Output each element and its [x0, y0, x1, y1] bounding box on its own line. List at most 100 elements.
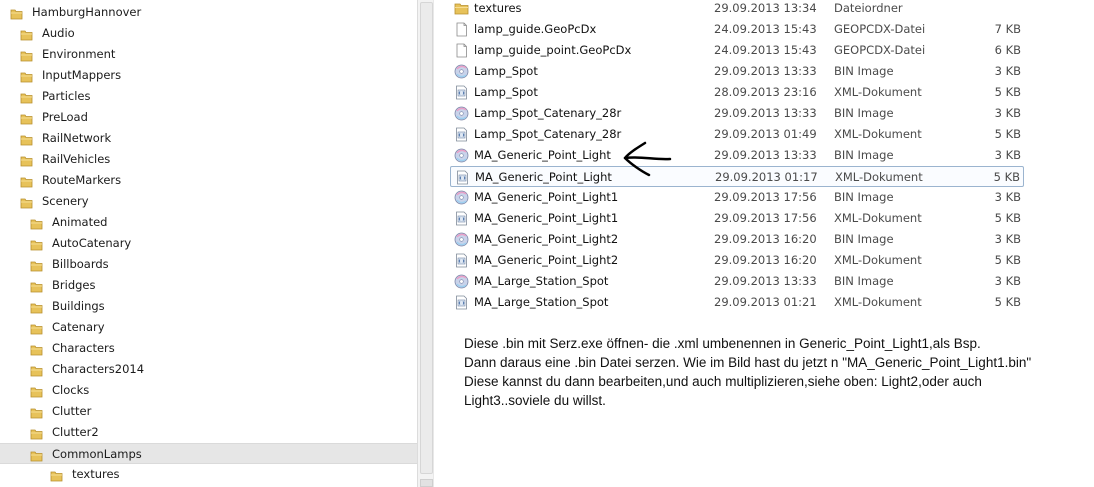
file-size: 3 KB: [994, 148, 1021, 162]
tree-item-label: RailVehicles: [42, 152, 111, 166]
tree-item[interactable]: Characters2014: [0, 359, 417, 380]
file-type: XML-Dokument: [834, 211, 922, 225]
file-size: 5 KB: [994, 253, 1021, 267]
navigation-pane: HamburgHannover Audio Environment InputMapp…: [0, 0, 417, 487]
folder-icon: [20, 132, 33, 146]
file-row[interactable]: MA_Generic_Point_Light2 29.09.2013 16:20 X…: [450, 250, 1024, 271]
file-name: MA_Large_Station_Spot: [474, 295, 609, 309]
folder-icon: [30, 384, 43, 398]
tree-item[interactable]: RailNetwork: [0, 128, 417, 149]
file-row[interactable]: MA_Generic_Point_Light2 29.09.2013 16:20 B…: [450, 229, 1024, 250]
tree-item[interactable]: textures: [0, 464, 417, 485]
file-type: BIN Image: [834, 106, 894, 120]
xml-icon: [454, 127, 469, 142]
file-date: 29.09.2013 16:20: [714, 232, 817, 246]
folder-icon: [30, 426, 43, 440]
file-row[interactable]: MA_Generic_Point_Light1 29.09.2013 17:56 X…: [450, 208, 1024, 229]
file-size: 3 KB: [994, 64, 1021, 78]
file-type: XML-Dokument: [834, 85, 922, 99]
tree-item[interactable]: HamburgHannover: [0, 2, 417, 23]
disc-image-icon: [454, 190, 469, 205]
file-type: GEOPCDX-Datei: [834, 43, 926, 57]
file-row[interactable]: Lamp_Spot_Catenary_28r 29.09.2013 01:49 XM…: [450, 124, 1024, 145]
folder-icon: [30, 405, 43, 419]
tree-item[interactable]: Clutter: [0, 401, 417, 422]
tree-item[interactable]: Billboards: [0, 254, 417, 275]
tree-item[interactable]: Catenary: [0, 317, 417, 338]
file-row[interactable]: Lamp_Spot 29.09.2013 13:33 BIN Image 3 KB: [450, 61, 1024, 82]
xml-icon: [454, 253, 469, 268]
tree-item[interactable]: Bridges: [0, 275, 417, 296]
file-row[interactable]: Lamp_Spot 28.09.2013 23:16 XML-Dokument 5 K…: [450, 82, 1024, 103]
tree-item-label: Characters: [52, 341, 115, 355]
file-row[interactable]: MA_Generic_Point_Light 29.09.2013 13:33 BI…: [450, 145, 1024, 166]
tree-item[interactable]: InputMappers: [0, 65, 417, 86]
file-size: 5 KB: [994, 211, 1021, 225]
nav-scrollbar[interactable]: [417, 0, 434, 487]
file-row[interactable]: textures 29.09.2013 13:34 Dateiordner: [450, 0, 1024, 19]
file-name: lamp_guide_point.GeoPcDx: [474, 43, 632, 57]
folder-icon: [30, 448, 43, 462]
folder-icon: [20, 111, 33, 125]
file-type: Dateiordner: [834, 1, 903, 15]
file-name: MA_Large_Station_Spot: [474, 274, 609, 288]
file-row[interactable]: Lamp_Spot_Catenary_28r 29.09.2013 13:33 BI…: [450, 103, 1024, 124]
file-row[interactable]: MA_Large_Station_Spot 29.09.2013 13:33 BIN…: [450, 271, 1024, 292]
disc-image-icon: [454, 64, 469, 79]
file-date: 28.09.2013 23:16: [714, 85, 817, 99]
tree-item[interactable]: PreLoad: [0, 107, 417, 128]
tree-item[interactable]: Characters: [0, 338, 417, 359]
file-name: Lamp_Spot: [474, 64, 538, 78]
tree-item-label: Characters2014: [52, 362, 145, 376]
annotation-line: Dann daraus eine .bin Datei serzen. Wie …: [464, 355, 1032, 370]
folder-icon: [30, 321, 43, 335]
tree-item[interactable]: Buildings: [0, 296, 417, 317]
tree-item[interactable]: CommonLamps: [0, 443, 417, 464]
tree-item[interactable]: AutoCatenary: [0, 233, 417, 254]
file-row[interactable]: MA_Generic_Point_Light1 29.09.2013 17:56 B…: [450, 187, 1024, 208]
file-name: MA_Generic_Point_Light: [474, 148, 611, 162]
file-type: BIN Image: [834, 190, 894, 204]
annotation-arrow: [623, 141, 672, 177]
file-type: XML-Dokument: [835, 170, 923, 184]
file-name: lamp_guide.GeoPcDx: [474, 22, 597, 36]
disc-image-icon: [454, 148, 469, 163]
file-row[interactable]: MA_Large_Station_Spot 29.09.2013 01:21 XML…: [450, 292, 1024, 313]
annotation-line: Diese .bin mit Serz.exe öffnen- die .xml…: [464, 336, 981, 351]
xml-icon: [454, 85, 469, 100]
file-date: 29.09.2013 17:56: [714, 190, 817, 204]
file-size: 3 KB: [994, 106, 1021, 120]
tree-item[interactable]: Clocks: [0, 380, 417, 401]
scrollbar-down-arrow[interactable]: [420, 479, 433, 487]
file-row[interactable]: MA_Generic_Point_Light 29.09.2013 01:17 XM…: [450, 166, 1024, 187]
tree-item-label: Particles: [42, 89, 91, 103]
tree-item[interactable]: Particles: [0, 86, 417, 107]
folder-icon: [30, 279, 43, 293]
tree-item-label: Scenery: [42, 194, 89, 208]
tree-item-label: RouteMarkers: [42, 173, 122, 187]
tree-item[interactable]: RouteMarkers: [0, 170, 417, 191]
annotation-line: Light3..soviele du willst.: [464, 393, 606, 408]
file-date: 29.09.2013 17:56: [714, 211, 817, 225]
file-date: 29.09.2013 13:33: [714, 148, 817, 162]
xml-icon: [454, 211, 469, 226]
tree-item-label: PreLoad: [42, 110, 88, 124]
tree-item[interactable]: Clutter2: [0, 422, 417, 443]
file-name: Lamp_Spot_Catenary_28r: [474, 127, 622, 141]
tree-item[interactable]: Scenery: [0, 191, 417, 212]
file-type: XML-Dokument: [834, 295, 922, 309]
scrollbar-thumb[interactable]: [420, 2, 433, 474]
file-name: Lamp_Spot: [474, 85, 538, 99]
folder-icon: [30, 216, 43, 230]
file-row[interactable]: lamp_guide.GeoPcDx 24.09.2013 15:43 GEOPCD…: [450, 19, 1024, 40]
file-date: 29.09.2013 01:17: [715, 170, 818, 184]
tree-item[interactable]: Audio: [0, 23, 417, 44]
folder-icon: [20, 27, 33, 41]
tree-item-label: Clutter2: [52, 425, 99, 439]
tree-item-label: textures: [72, 467, 120, 481]
folder-icon: [30, 258, 43, 272]
tree-item[interactable]: Animated: [0, 212, 417, 233]
file-row[interactable]: lamp_guide_point.GeoPcDx 24.09.2013 15:43…: [450, 40, 1024, 61]
tree-item[interactable]: Environment: [0, 44, 417, 65]
tree-item[interactable]: RailVehicles: [0, 149, 417, 170]
